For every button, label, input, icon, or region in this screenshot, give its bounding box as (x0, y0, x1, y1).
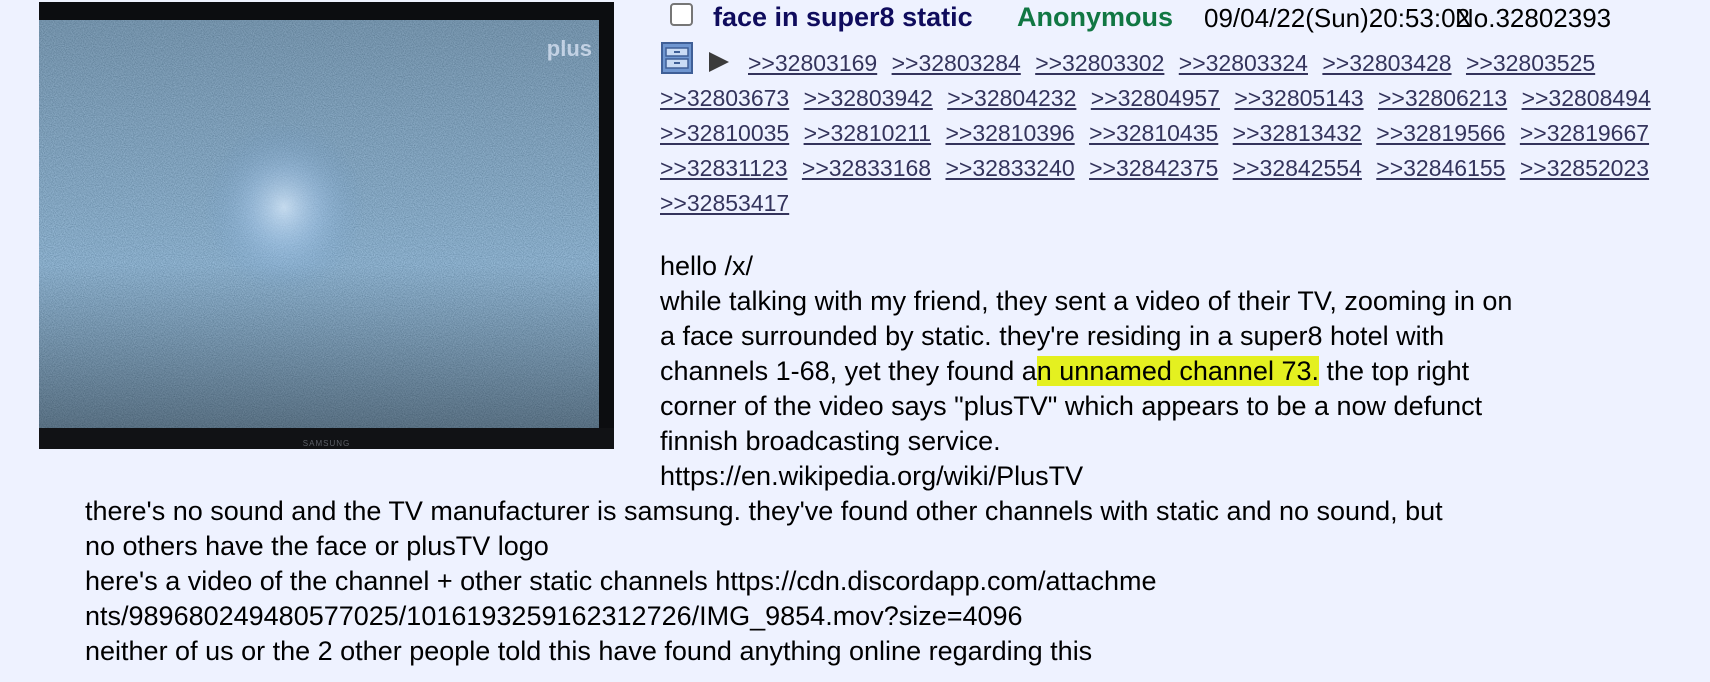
backlink[interactable]: >>32813432 (1233, 120, 1362, 146)
backlink[interactable]: >>32803673 (660, 85, 789, 111)
poster-name: Anonymous (1017, 2, 1174, 32)
backlink[interactable]: >>32803428 (1322, 50, 1451, 76)
backlink[interactable]: >>32803169 (748, 50, 877, 76)
backlink[interactable]: >>32852023 (1520, 155, 1649, 181)
backlink[interactable]: >>32804232 (947, 85, 1076, 111)
backlink[interactable]: >>32810396 (945, 120, 1074, 146)
backlinks-list: >>32803169 >>32803284 >>32803302 >>32803… (660, 46, 1700, 221)
post-subject: face in super8 static (713, 2, 973, 32)
wikipedia-url[interactable]: https://en.wikipedia.org/wiki/PlusTV (660, 459, 1700, 494)
message-line: nts/989680249480577025/10161932591623127… (85, 601, 1023, 631)
backlink[interactable]: >>32805143 (1234, 85, 1363, 111)
post-message-upper: hello /x/ while talking with my friend, … (660, 249, 1700, 494)
message-line: a face surrounded by static. they're res… (660, 321, 1445, 351)
post-select-checkbox[interactable] (670, 3, 693, 26)
backlink[interactable]: >>32846155 (1376, 155, 1505, 181)
backlink[interactable]: >>32842554 (1233, 155, 1362, 181)
tv-brand-label: SAMSUNG (302, 439, 351, 448)
backlink[interactable]: >>32819566 (1376, 120, 1505, 146)
backlink[interactable]: >>32810435 (1089, 120, 1218, 146)
message-text: channels 1-68, yet they found a (660, 356, 1037, 386)
plustv-logo: plus (546, 36, 592, 61)
backlink[interactable]: >>32842375 (1089, 155, 1218, 181)
backlink[interactable]: >>32803324 (1179, 50, 1308, 76)
backlink[interactable]: >>32810035 (660, 120, 789, 146)
message-line: finnish broadcasting service. (660, 426, 1001, 456)
backlink[interactable]: >>32803302 (1035, 50, 1164, 76)
post-message-lower: there's no sound and the TV manufacturer… (85, 494, 1685, 669)
backlink[interactable]: >>32803942 (804, 85, 933, 111)
highlighted-text: n unnamed channel 73. (1036, 356, 1319, 386)
static-tv-image (39, 2, 614, 449)
backlink[interactable]: >>32833168 (802, 155, 931, 181)
message-line: corner of the video says "plusTV" which … (660, 391, 1483, 421)
message-line: no others have the face or plusTV logo (85, 531, 549, 561)
post-number-link[interactable]: No.32802393 (1455, 3, 1611, 34)
message-line: there's no sound and the TV manufacturer… (85, 496, 1443, 526)
message-line: neither of us or the 2 other people told… (85, 636, 1093, 666)
backlink[interactable]: >>32831123 (660, 155, 788, 181)
post-datetime: 09/04/22(Sun)20:53:02 (1204, 3, 1470, 33)
backlink[interactable]: >>32853417 (660, 190, 789, 216)
message-text: the top right (1319, 356, 1470, 386)
backlink[interactable]: >>32808494 (1522, 85, 1651, 111)
message-line: while talking with my friend, they sent … (660, 286, 1513, 316)
backlink[interactable]: >>32803284 (892, 50, 1021, 76)
message-line: channels 1-68, yet they found an unnamed… (660, 354, 1700, 389)
backlink[interactable]: >>32806213 (1378, 85, 1507, 111)
backlink[interactable]: >>32803525 (1466, 50, 1595, 76)
message-line: here's a video of the channel + other st… (85, 566, 1157, 596)
backlink[interactable]: >>32819667 (1520, 120, 1649, 146)
message-line: hello /x/ (660, 251, 754, 281)
backlink[interactable]: >>32833240 (945, 155, 1074, 181)
post-thumbnail[interactable]: plus SAMSUNG (39, 2, 614, 449)
backlink[interactable]: >>32810211 (804, 120, 932, 146)
backlink[interactable]: >>32804957 (1091, 85, 1220, 111)
